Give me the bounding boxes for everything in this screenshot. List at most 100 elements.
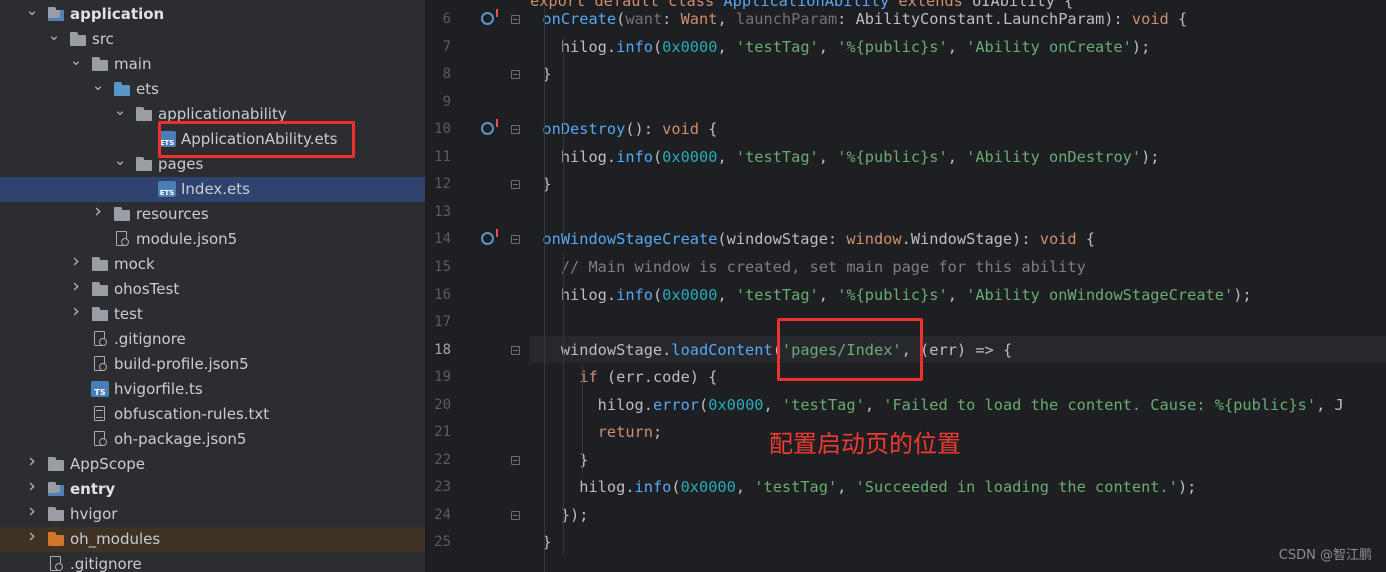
code-line[interactable]: } [530,64,551,84]
code-token: ): [1104,10,1132,28]
tree-item[interactable]: › resources [0,202,425,227]
chevron-down-icon[interactable]: ⌄ [91,78,105,93]
tree-item[interactable]: build-profile.json5 [0,352,425,377]
project-tree-panel[interactable]: ⌄ application ⌄ src ⌄ main ⌄ ets ⌄ applicationabi… [0,0,425,572]
chevron-right-icon[interactable]: › [25,477,39,496]
file-icon [91,431,109,447]
chevron-right-icon[interactable]: › [69,252,83,271]
tree-item[interactable]: module.json5 [0,227,425,252]
folder-icon [47,456,65,472]
code-token: loadContent [671,340,773,359]
code-token: . [993,10,1003,28]
code-token: (): [625,120,663,139]
implement-icon[interactable] [481,229,498,246]
code-token: } [542,175,552,194]
tree-item[interactable]: hvigorfile.ts [0,377,425,402]
fold-toggle-icon[interactable] [511,70,520,80]
tree-item-label: resources [136,205,209,223]
line-number: 25 [434,534,451,551]
code-line[interactable]: if (err.code) { [530,367,717,387]
code-token: hilog [530,37,607,56]
fold-toggle-icon[interactable] [511,125,520,135]
code-line[interactable]: // Main window is created, set main page… [530,257,1086,277]
line-number: 14 [434,231,451,248]
indent-guide [563,254,564,554]
code-line[interactable]: windowStage.loadContent('pages/Index', (… [530,340,1012,360]
line-number: 16 [434,286,451,303]
code-line[interactable]: hilog.info(0x0000, 'testTag', 'Succeeded… [530,477,1196,497]
chevron-right-icon[interactable]: › [25,452,39,471]
code-line[interactable]: onWindowStageCreate(windowStage: window.… [530,229,1095,249]
implement-icon[interactable] [481,119,498,136]
code-line[interactable]: } [530,174,552,194]
implement-icon[interactable] [481,9,498,25]
code-token: 'testTag' [754,478,838,497]
chevron-down-icon[interactable]: ⌄ [113,103,127,118]
tree-item[interactable]: › AppScope [0,452,425,477]
chevron-down-icon[interactable]: ⌄ [47,28,61,43]
chevron-right-icon[interactable]: › [25,502,39,521]
code-line[interactable]: hilog.info(0x0000, 'testTag', '%{public}… [530,285,1252,305]
code-editor[interactable]: export default class ApplicationAbility … [530,0,1386,572]
tree-item[interactable]: .gitignore [0,552,425,572]
fold-toggle-icon[interactable] [511,455,520,465]
chevron-down-icon[interactable]: ⌄ [69,53,83,68]
folder-icon [47,6,65,22]
code-token: . [606,285,617,304]
code-token: info [616,285,653,304]
code-line[interactable]: } [530,532,551,552]
tree-item[interactable]: › entry [0,477,425,502]
file-icon [91,406,109,422]
code-token: : [837,10,856,28]
fold-toggle-icon[interactable] [511,235,520,245]
tree-item[interactable]: › mock [0,252,425,277]
code-line[interactable]: onDestroy(): void { [530,119,717,139]
tree-item-label: .gitignore [114,330,186,348]
tree-item[interactable]: › test [0,302,425,327]
tree-item[interactable]: .gitignore [0,327,425,352]
chevron-right-icon[interactable]: › [25,527,39,546]
file-icon [158,181,176,197]
tree-item[interactable]: › oh_modules [0,527,425,552]
chevron-right-icon[interactable]: › [69,277,83,296]
code-line[interactable]: hilog.info(0x0000, 'testTag', '%{public}… [530,147,1160,167]
fold-toggle-icon[interactable] [511,510,520,520]
tree-item[interactable]: Index.ets [0,177,425,202]
code-line[interactable]: return; [530,422,662,442]
tree-item[interactable]: obfuscation-rules.txt [0,402,425,427]
chevron-down-icon[interactable]: ⌄ [25,3,39,18]
chevron-right-icon[interactable]: › [91,202,105,221]
code-token: return [597,423,653,442]
tree-item[interactable]: › hvigor [0,502,425,527]
code-token: (windowStage: [717,230,847,249]
tree-item-label: entry [70,480,116,498]
tree-item[interactable]: ⌄ src [0,27,425,52]
code-line[interactable]: }); [530,505,589,525]
highlight-box-load-content-path [777,318,923,381]
chevron-right-icon[interactable]: › [69,302,83,321]
folder-icon [47,506,65,522]
code-line[interactable]: onCreate(want: Want, launchParam: Abilit… [530,9,1187,29]
tree-item[interactable]: ⌄ application [0,2,425,27]
folder-icon [113,206,131,222]
tree-item[interactable]: ⌄ main [0,52,425,77]
fold-toggle-icon[interactable] [511,15,520,24]
tree-item[interactable]: ⌄ ets [0,77,425,102]
code-token: ( [616,10,626,28]
code-line[interactable]: hilog.error(0x0000, 'testTag', 'Failed t… [530,395,1344,415]
folder-icon [47,531,65,547]
tree-item[interactable]: › ohosTest [0,277,425,302]
line-number: 7 [442,38,451,55]
chevron-down-icon[interactable]: ⌄ [113,153,127,168]
tree-item[interactable]: oh-package.json5 [0,427,425,452]
code-token: hilog [530,285,607,304]
annotation-label: 配置启动页的位置 [769,430,961,458]
code-token: } [530,450,589,469]
fold-toggle-icon[interactable] [511,180,520,190]
line-number: 24 [434,506,451,523]
fold-toggle-icon[interactable] [511,345,520,355]
tree-item-label: test [114,305,143,323]
code-line[interactable]: hilog.info(0x0000, 'testTag', '%{public}… [530,37,1150,57]
code-line[interactable]: } [530,450,588,470]
tree-item-label: oh-package.json5 [114,430,247,448]
